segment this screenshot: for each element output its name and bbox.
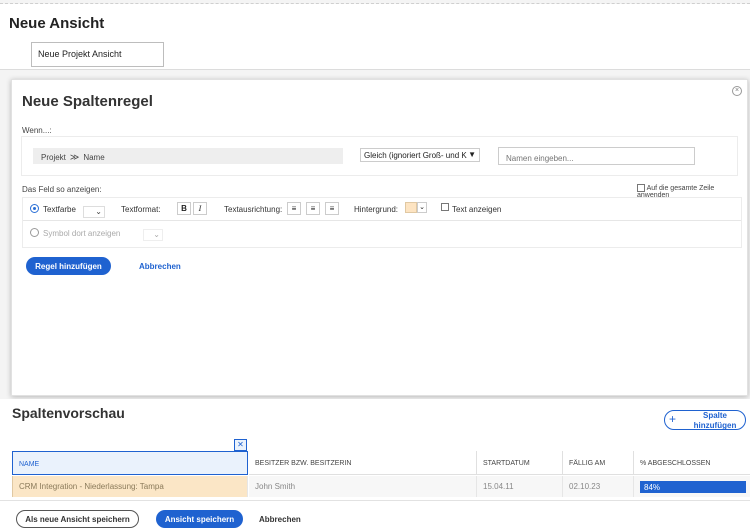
operator-select[interactable]: Gleich (ignoriert Groß- und K ▼	[360, 148, 480, 162]
column-header-name[interactable]: NAME	[12, 451, 248, 475]
chevron-down-icon: ⌄	[153, 230, 160, 239]
text-color-select[interactable]: ⌄	[83, 206, 105, 218]
chevron-down-icon: ⌄	[95, 207, 102, 216]
text-align-label: Textausrichtung:	[224, 205, 283, 214]
chevron-down-icon[interactable]: ⌄	[417, 202, 427, 213]
cell-start: 15.04.11	[477, 476, 563, 497]
rule-title: Neue Spaltenregel	[22, 93, 153, 110]
page-title: Neue Ansicht	[9, 15, 105, 32]
operator-value: Gleich (ignoriert Groß- und K	[364, 151, 467, 160]
view-header: Neue Ansicht Neue Projekt Ansicht	[0, 4, 750, 70]
background-swatch[interactable]	[405, 202, 417, 213]
cell-due: 02.10.23	[563, 476, 634, 497]
name-value-input[interactable]	[498, 147, 695, 165]
field-path[interactable]: Projekt ≫ Name	[33, 148, 343, 164]
align-left-icon[interactable]: ≡	[287, 202, 301, 215]
percent-complete-bar: 84%	[640, 481, 746, 493]
add-column-button[interactable]: + Spalte hinzufügen	[664, 410, 746, 430]
format-options: Textfarbe ⌄ Textformat: B I Textausricht…	[22, 197, 742, 248]
field-name: Name	[83, 153, 105, 162]
add-column-label: Spalte hinzufügen	[693, 411, 737, 430]
align-center-icon[interactable]: ≡	[306, 202, 320, 215]
symbol-radio[interactable]	[30, 228, 39, 237]
column-header-start[interactable]: STARTDATUM	[477, 451, 563, 475]
add-rule-button[interactable]: Regel hinzufügen	[26, 257, 111, 275]
symbol-label: Symbol dort anzeigen	[43, 229, 121, 238]
display-label: Das Feld so anzeigen:	[22, 185, 102, 194]
condition-row: Projekt ≫ Name Gleich (ignoriert Groß- und…	[21, 136, 738, 176]
preview-title: Spaltenvorschau	[12, 405, 125, 421]
symbol-select[interactable]: ⌄	[143, 229, 163, 241]
show-text-checkbox[interactable]	[441, 203, 449, 211]
cell-owner: John Smith	[249, 476, 477, 497]
italic-button[interactable]: I	[193, 202, 207, 215]
background-label: Hintergrund:	[354, 205, 399, 214]
column-header-percent[interactable]: % ABGESCHLOSSEN	[634, 451, 750, 475]
plus-icon: +	[669, 412, 677, 426]
bold-button[interactable]: B	[177, 202, 191, 215]
cancel-link[interactable]: Abbrechen	[259, 515, 301, 524]
text-color-label: Textfarbe	[43, 205, 76, 214]
align-right-icon[interactable]: ≡	[325, 202, 339, 215]
format-row: Textfarbe ⌄ Textformat: B I Textausricht…	[23, 198, 741, 221]
column-header-owner[interactable]: BESITZER BZW. BESITZERIN	[249, 451, 477, 475]
entire-row-checkbox[interactable]	[637, 184, 645, 192]
close-icon[interactable]: ×	[732, 86, 742, 96]
column-preview: Spaltenvorschau + Spalte hinzufügen ✕ NA…	[0, 399, 750, 500]
chevron-down-icon: ▼	[468, 150, 476, 159]
chevron-right-icon: ≫	[69, 152, 80, 162]
column-header-due[interactable]: FÄLLIG AM	[563, 451, 634, 475]
save-view-button[interactable]: Ansicht speichern	[156, 510, 243, 528]
text-format-label: Textformat:	[121, 205, 161, 214]
cancel-rule-link[interactable]: Abbrechen	[139, 262, 181, 271]
column-rule-panel: × Neue Spaltenregel Wenn...: Projekt ≫ Nam…	[11, 79, 748, 396]
view-name-input[interactable]: Neue Projekt Ansicht	[31, 42, 164, 67]
text-color-radio[interactable]	[30, 204, 39, 213]
remove-column-icon[interactable]: ✕	[234, 439, 247, 451]
footer-actions: Als neue Ansicht speichern Ansicht speic…	[0, 500, 750, 531]
field-object: Projekt	[41, 153, 66, 162]
cell-name: CRM Integration - Niederlassung: Tampa	[12, 476, 248, 497]
when-label: Wenn...:	[22, 126, 52, 135]
save-as-new-button[interactable]: Als neue Ansicht speichern	[16, 510, 139, 528]
show-text-label: Text anzeigen	[452, 205, 502, 214]
